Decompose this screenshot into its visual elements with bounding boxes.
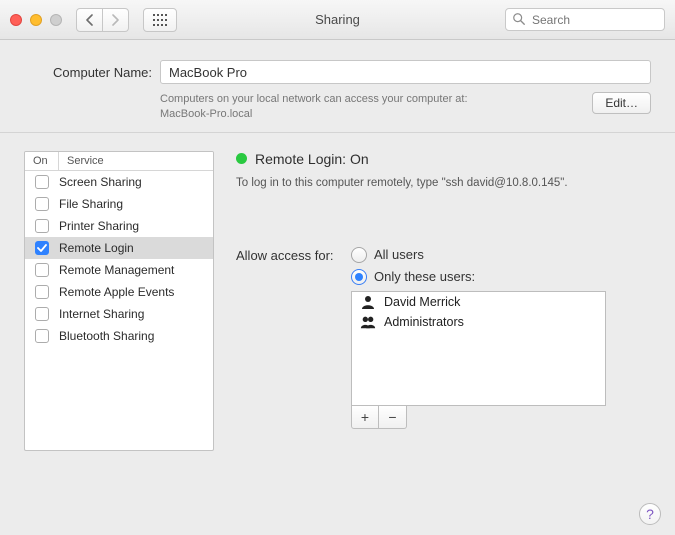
- service-label: File Sharing: [59, 197, 123, 211]
- login-hint: To log in to this computer remotely, typ…: [236, 177, 651, 189]
- service-item[interactable]: Remote Apple Events: [25, 281, 213, 303]
- forward-button[interactable]: [103, 8, 129, 32]
- user-list[interactable]: David Merrick Administrators: [351, 291, 606, 406]
- status-dot-icon: [236, 153, 247, 164]
- service-item[interactable]: Bluetooth Sharing: [25, 325, 213, 347]
- user-label: Administrators: [384, 315, 464, 329]
- service-item[interactable]: Printer Sharing: [25, 215, 213, 237]
- maximize-icon: [50, 14, 62, 26]
- col-service: Service: [59, 152, 112, 170]
- service-detail: Remote Login: On To log in to this compu…: [236, 151, 651, 523]
- service-label: Screen Sharing: [59, 175, 142, 189]
- search-input[interactable]: [505, 8, 665, 31]
- radio-icon: [351, 247, 367, 263]
- service-item[interactable]: Remote Management: [25, 259, 213, 281]
- computer-name-label: Computer Name:: [24, 65, 152, 80]
- search-wrap: [505, 8, 665, 31]
- nav-buttons: [76, 8, 129, 32]
- radio-only-these-users[interactable]: Only these users:: [351, 269, 475, 285]
- service-label: Bluetooth Sharing: [59, 329, 154, 343]
- search-icon: [512, 12, 526, 26]
- col-on: On: [25, 152, 59, 170]
- service-item[interactable]: Screen Sharing: [25, 171, 213, 193]
- service-item[interactable]: Internet Sharing: [25, 303, 213, 325]
- user-label: David Merrick: [384, 295, 460, 309]
- service-checkbox[interactable]: [35, 285, 49, 299]
- service-item[interactable]: Remote Login: [25, 237, 213, 259]
- sharing-window: Sharing Computer Name: Computers on your…: [0, 0, 675, 535]
- user-row[interactable]: David Merrick: [352, 292, 605, 312]
- service-checkbox[interactable]: [35, 263, 49, 277]
- status-row: Remote Login: On: [236, 151, 651, 167]
- service-label: Remote Login: [59, 241, 134, 255]
- service-label: Internet Sharing: [59, 307, 144, 321]
- access-label: Allow access for:: [236, 247, 341, 263]
- service-checkbox[interactable]: [35, 175, 49, 189]
- back-button[interactable]: [76, 8, 103, 32]
- service-checkbox[interactable]: [35, 241, 49, 255]
- radio-all-users[interactable]: All users: [351, 247, 475, 263]
- status-title: Remote Login: On: [255, 151, 369, 167]
- close-icon[interactable]: [10, 14, 22, 26]
- service-checkbox[interactable]: [35, 307, 49, 321]
- service-checkbox[interactable]: [35, 219, 49, 233]
- main-area: On Service Screen Sharing File Sharing Pri…: [0, 133, 675, 535]
- service-panel: On Service Screen Sharing File Sharing Pri…: [24, 151, 214, 451]
- show-all-button[interactable]: [143, 8, 177, 32]
- access-section: Allow access for: All users Only these u…: [236, 247, 651, 429]
- titlebar: Sharing: [0, 0, 675, 40]
- user-list-buttons: + −: [351, 406, 606, 429]
- service-label: Printer Sharing: [59, 219, 139, 233]
- window-controls: [10, 14, 62, 26]
- service-checkbox[interactable]: [35, 329, 49, 343]
- computer-name-input[interactable]: [160, 60, 651, 84]
- user-row[interactable]: Administrators: [352, 312, 605, 332]
- help-button[interactable]: ?: [639, 503, 661, 525]
- service-checkbox[interactable]: [35, 197, 49, 211]
- service-panel-header: On Service: [25, 152, 213, 171]
- edit-hostname-button[interactable]: Edit…: [592, 92, 651, 114]
- service-list[interactable]: Screen Sharing File Sharing Printer Sharin…: [25, 171, 213, 450]
- service-item[interactable]: File Sharing: [25, 193, 213, 215]
- minimize-icon[interactable]: [30, 14, 42, 26]
- radio-icon: [351, 269, 367, 285]
- user-list-wrap: David Merrick Administrators + −: [351, 291, 606, 429]
- grid-icon: [153, 14, 167, 26]
- computer-name-subtext: Computers on your local network can acce…: [160, 92, 584, 122]
- computer-name-section: Computer Name: Computers on your local n…: [0, 40, 675, 133]
- service-label: Remote Management: [59, 263, 174, 277]
- remove-user-button[interactable]: −: [379, 405, 407, 429]
- service-label: Remote Apple Events: [59, 285, 174, 299]
- add-user-button[interactable]: +: [351, 405, 379, 429]
